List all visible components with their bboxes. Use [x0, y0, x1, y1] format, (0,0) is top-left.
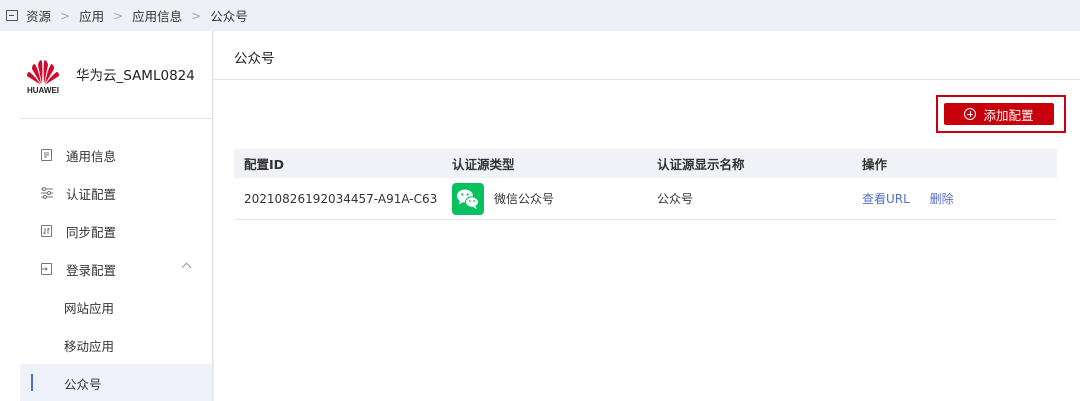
sidebar-subitem-mobile-app[interactable]: 移动应用 — [20, 326, 212, 364]
column-header-auth-type: 认证源类型 — [452, 157, 515, 172]
breadcrumb-item-app-info[interactable]: 应用信息 — [132, 6, 182, 25]
sidebar-item-auth-config[interactable]: 认证配置 — [20, 174, 212, 212]
cell-auth-type: 微信公众号 — [442, 182, 647, 215]
sidebar-item-label: 认证配置 — [66, 186, 117, 202]
main-panel: 公众号 添加配置 配置ID 认证源类型 认证源显示名称 操作 202108261… — [214, 31, 1080, 401]
highlight-frame: 添加配置 — [936, 95, 1066, 133]
sidebar-item-label: 同步配置 — [66, 224, 117, 240]
auth-type-label: 微信公众号 — [494, 192, 555, 206]
add-config-button[interactable]: 添加配置 — [944, 103, 1054, 125]
document-icon — [41, 149, 52, 161]
breadcrumb-item-current: 公众号 — [210, 9, 248, 24]
huawei-logo: HUAWEI — [22, 59, 64, 97]
chevron-up-icon[interactable] — [181, 262, 192, 273]
sidebar-item-label: 通用信息 — [66, 148, 117, 164]
sidebar-subitem-label: 移动应用 — [64, 338, 115, 354]
breadcrumb-separator: > — [191, 8, 202, 23]
sidebar-item-sync-config[interactable]: 同步配置 — [20, 212, 212, 250]
app-brand: HUAWEI 华为云_SAML0824 — [22, 59, 195, 97]
cell-display-name: 公众号 — [657, 192, 694, 206]
table-header: 配置ID 认证源类型 认证源显示名称 操作 — [234, 149, 1057, 178]
sidebar-item-general-info[interactable]: 通用信息 — [20, 136, 212, 174]
divider — [214, 79, 1080, 80]
list-settings-icon — [41, 187, 53, 199]
breadcrumb: 资源 > 应用 > 应用信息 > 公众号 — [0, 0, 1080, 31]
column-header-actions: 操作 — [862, 157, 888, 172]
view-url-link[interactable]: 查看URL — [862, 192, 910, 206]
login-icon — [41, 263, 52, 275]
page-title: 公众号 — [234, 51, 275, 67]
divider — [20, 118, 212, 119]
table-row: 20210826192034457-A91A-C63 微信公众号 公众号 查看U… — [234, 178, 1057, 220]
sidebar-item-label: 登录配置 — [66, 262, 117, 278]
add-config-label: 添加配置 — [983, 107, 1034, 123]
sidebar-subitem-label: 网站应用 — [64, 300, 115, 316]
breadcrumb-separator: > — [113, 8, 124, 23]
plus-circle-icon — [964, 108, 977, 120]
collapse-panel-icon[interactable] — [6, 10, 18, 21]
logo-wordmark: HUAWEI — [27, 86, 59, 95]
sidebar-item-login-config[interactable]: 登录配置 — [20, 250, 212, 288]
column-header-display-name: 认证源显示名称 — [657, 157, 745, 172]
sidebar-subitem-website-app[interactable]: 网站应用 — [20, 288, 212, 326]
breadcrumb-separator: > — [60, 8, 71, 23]
column-header-config-id: 配置ID — [244, 157, 285, 172]
breadcrumb-item-apps[interactable]: 应用 — [79, 6, 104, 25]
sidebar-subitem-label: 公众号 — [64, 376, 102, 392]
sidebar-subitem-official-account[interactable]: 公众号 — [20, 364, 212, 401]
cell-config-id: 20210826192034457-A91A-C63 — [244, 191, 438, 206]
cell-actions: 查看URL 删除 — [852, 190, 1057, 207]
app-name: 华为云_SAML0824 — [76, 68, 195, 84]
breadcrumb-item-resources[interactable]: 资源 — [26, 6, 51, 25]
wechat-icon — [452, 182, 484, 215]
sync-icon — [41, 225, 52, 237]
huawei-logo-icon — [27, 60, 59, 85]
config-table: 配置ID 认证源类型 认证源显示名称 操作 20210826192034457-… — [234, 149, 1057, 220]
delete-link[interactable]: 删除 — [930, 192, 954, 206]
sidebar: HUAWEI 华为云_SAML0824 通用信息 认证配置 同步配置 登录配置 … — [0, 31, 213, 401]
